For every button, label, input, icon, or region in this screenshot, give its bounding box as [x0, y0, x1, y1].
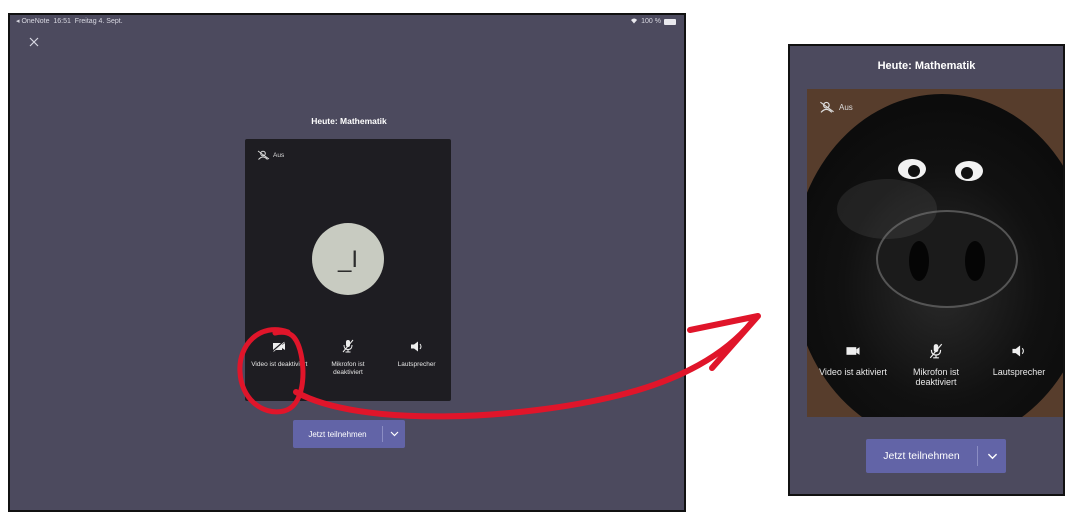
- video-toggle[interactable]: Video ist aktiviert: [813, 341, 893, 387]
- join-options-dropdown[interactable]: [978, 453, 1006, 460]
- background-effects-label: Aus: [273, 151, 285, 159]
- join-now-label: Jetzt teilnehmen: [308, 429, 367, 439]
- speaker-label: Lautsprecher: [992, 367, 1046, 377]
- status-right: 100 %: [630, 17, 676, 26]
- close-button[interactable]: [29, 34, 39, 50]
- avatar: _I: [312, 223, 384, 295]
- right-screen: Heute: Mathematik Aus Video ist aktivier…: [788, 44, 1065, 496]
- back-to-app-link[interactable]: ◂ OneNote: [16, 18, 49, 25]
- background-blur-icon: [257, 150, 270, 160]
- speaker-icon: [410, 341, 422, 351]
- status-date: Freitag 4. Sept.: [74, 18, 123, 25]
- video-preview: Aus _I Video ist deaktiviert Mikrofon is…: [245, 139, 451, 401]
- background-blur-icon: [820, 101, 834, 113]
- status-time: 16:51: [53, 18, 71, 25]
- battery-percent: 100 %: [641, 18, 661, 25]
- background-effects-toggle[interactable]: Aus: [819, 101, 853, 113]
- status-left: ◂ OneNote 16:51 Freitag 4. Sept.: [16, 17, 123, 25]
- video-status-label: Video ist aktiviert: [819, 367, 887, 377]
- microphone-toggle[interactable]: Mikrofon ist deaktiviert: [316, 337, 380, 377]
- join-options-dropdown[interactable]: [383, 431, 405, 437]
- background-effects-toggle[interactable]: Aus: [257, 150, 284, 160]
- join-now-label: Jetzt teilnehmen: [883, 450, 960, 462]
- speaker-toggle[interactable]: Lautsprecher: [979, 341, 1059, 387]
- wifi-icon: [630, 17, 638, 26]
- left-screen: ◂ OneNote 16:51 Freitag 4. Sept. 100 % H…: [8, 13, 686, 512]
- video-status-label: Video ist deaktiviert: [251, 361, 308, 368]
- microphone-status-label: Mikrofon ist deaktiviert: [331, 361, 365, 376]
- meeting-title: Heute: Mathematik: [311, 116, 387, 126]
- video-on-icon: [846, 347, 860, 355]
- background-effects-label: Aus: [839, 102, 853, 112]
- device-controls: Video ist deaktiviert Mikrofon ist deakt…: [245, 337, 451, 377]
- status-bar: ◂ OneNote 16:51 Freitag 4. Sept. 100 %: [10, 17, 684, 29]
- close-icon: [29, 37, 39, 47]
- device-controls: Video ist aktiviert Mikrofon ist deaktiv…: [807, 341, 1063, 387]
- chevron-down-icon: [987, 453, 997, 459]
- join-now-button[interactable]: Jetzt teilnehmen: [866, 439, 1006, 473]
- microphone-toggle[interactable]: Mikrofon ist deaktiviert: [896, 341, 976, 387]
- speaker-toggle[interactable]: Lautsprecher: [385, 337, 449, 377]
- join-now-button[interactable]: Jetzt teilnehmen: [293, 420, 405, 448]
- mic-off-icon: [929, 343, 943, 359]
- speaker-label: Lautsprecher: [397, 361, 436, 368]
- battery-icon: [664, 18, 676, 25]
- mic-off-icon: [342, 339, 354, 353]
- microphone-status-label: Mikrofon ist deaktiviert: [912, 367, 959, 387]
- speaker-icon: [1012, 345, 1024, 357]
- chevron-down-icon: [390, 431, 398, 437]
- video-preview-active: Aus Video ist aktiviert Mikrofon ist dea…: [807, 89, 1063, 417]
- video-toggle[interactable]: Video ist deaktiviert: [247, 337, 311, 377]
- video-off-icon: [272, 340, 286, 352]
- annotation-arrowhead: [687, 313, 761, 371]
- meeting-title: Heute: Mathematik: [877, 60, 976, 72]
